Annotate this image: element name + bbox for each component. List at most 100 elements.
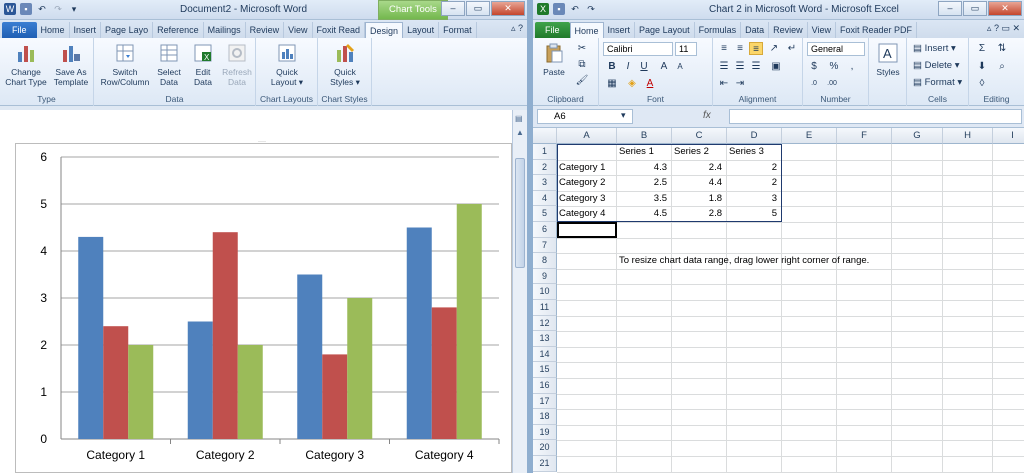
find-select-icon[interactable]: ⌕ — [995, 60, 1009, 73]
fill-icon[interactable]: ⬇ — [975, 60, 989, 73]
column-header[interactable]: A — [557, 128, 617, 144]
row-header[interactable]: 15 — [533, 362, 557, 378]
select-all-corner[interactable] — [533, 128, 557, 144]
series-header-cell[interactable]: Series 2 — [672, 144, 727, 160]
decrease-indent-icon[interactable]: ⇤ — [717, 77, 731, 90]
italic-icon[interactable]: I — [621, 60, 635, 73]
clear-icon[interactable]: ◊ — [975, 77, 989, 90]
merge-center-icon[interactable]: ▣ — [769, 60, 783, 73]
paste-button[interactable]: Paste — [539, 42, 569, 77]
customize-qat-icon[interactable]: ▾ — [68, 3, 80, 15]
excel-tab-review[interactable]: Review — [769, 22, 808, 38]
word-tab-reference[interactable]: Reference — [153, 22, 204, 38]
grow-font-icon[interactable]: A — [657, 60, 671, 73]
column-header[interactable]: E — [782, 128, 837, 144]
align-middle-icon[interactable]: ≡ — [733, 42, 747, 55]
word-tab-home[interactable]: Home — [37, 22, 70, 38]
column-header[interactable]: B — [617, 128, 672, 144]
fill-color-icon[interactable]: ◈ — [625, 77, 639, 90]
row-header[interactable]: 17 — [533, 393, 557, 410]
row-header[interactable]: 21 — [533, 456, 557, 472]
row-header[interactable]: 5 — [533, 206, 557, 222]
excel-redo-icon[interactable]: ↷ — [585, 3, 597, 15]
word-tab-insert[interactable]: Insert — [70, 22, 102, 38]
insert-cells-button[interactable]: ▤ Insert ▾ — [913, 43, 956, 54]
value-cell[interactable]: 2.5 — [617, 175, 669, 191]
word-tab-file[interactable]: File — [2, 22, 37, 38]
row-header[interactable]: 12 — [533, 315, 557, 332]
font-size-box[interactable]: 11 — [675, 42, 697, 56]
excel-undo-icon[interactable]: ↶ — [569, 3, 581, 15]
help-icon[interactable]: ▵ ? — [511, 23, 523, 34]
column-header[interactable]: G — [892, 128, 943, 144]
row-header[interactable]: 9 — [533, 268, 557, 285]
excel-tab-foxit-reader-pdf[interactable]: Foxit Reader PDF — [836, 22, 918, 38]
resize-hint-note[interactable]: To resize chart data range, drag lower r… — [617, 253, 917, 269]
value-cell[interactable]: 3.5 — [617, 191, 669, 207]
wrap-text-icon[interactable]: ↵ — [785, 42, 799, 55]
scroll-thumb[interactable] — [515, 158, 525, 268]
word-app-icon[interactable]: W — [4, 3, 16, 15]
row-header[interactable]: 8 — [533, 253, 557, 269]
value-cell[interactable]: 4.5 — [617, 206, 669, 222]
ruler-toggle-icon[interactable]: ▤ — [515, 114, 525, 124]
excel-tab-home[interactable]: Home — [569, 22, 604, 38]
excel-tab-formulas[interactable]: Formulas — [695, 22, 742, 38]
maximize-button[interactable]: ▭ — [466, 1, 490, 16]
word-tab-mailings[interactable]: Mailings — [204, 22, 246, 38]
select-data-button[interactable]: Select Data — [154, 42, 184, 87]
align-center-icon[interactable]: ☰ — [733, 60, 747, 73]
name-box[interactable]: A6 — [537, 109, 633, 124]
column-header[interactable]: I — [993, 128, 1024, 144]
undo-icon[interactable]: ↶ — [36, 3, 48, 15]
value-cell[interactable]: 4.4 — [672, 175, 724, 191]
number-format-box[interactable]: General — [807, 42, 865, 56]
format-painter-icon[interactable]: 🖌 — [575, 74, 589, 87]
comma-icon[interactable]: , — [845, 60, 859, 73]
category-label-cell[interactable]: Category 1 — [557, 160, 617, 176]
currency-icon[interactable]: $ — [807, 60, 821, 73]
row-header[interactable]: 7 — [533, 237, 557, 254]
value-cell[interactable]: 3 — [727, 191, 779, 207]
category-label-cell[interactable]: Category 3 — [557, 191, 617, 207]
orientation-icon[interactable]: ↗ — [767, 42, 781, 55]
quick-styles-button[interactable]: Quick Styles ▾ — [324, 42, 366, 87]
save-as-template-button[interactable]: Save As Template — [50, 42, 92, 87]
row-header[interactable]: 10 — [533, 284, 557, 300]
row-header[interactable]: 19 — [533, 424, 557, 441]
category-label-cell[interactable]: Category 2 — [557, 175, 617, 191]
excel-tab-data[interactable]: Data — [741, 22, 770, 38]
cut-icon[interactable]: ✂ — [575, 42, 589, 55]
scroll-up-icon[interactable]: ▲ — [515, 128, 525, 138]
font-name-box[interactable]: Calibri — [603, 42, 673, 56]
refresh-data-button[interactable]: Refresh Data — [220, 42, 254, 87]
value-cell[interactable]: 5 — [727, 206, 779, 222]
percent-icon[interactable]: % — [827, 60, 841, 73]
row-header[interactable]: 4 — [533, 190, 557, 207]
font-color-icon[interactable]: A — [643, 77, 657, 90]
styles-button[interactable]: A Styles — [873, 42, 903, 77]
row-header[interactable]: 6 — [533, 222, 557, 238]
column-header[interactable]: D — [727, 128, 782, 144]
row-header[interactable]: 18 — [533, 409, 557, 425]
value-cell[interactable]: 4.3 — [617, 160, 669, 176]
value-cell[interactable]: 1.8 — [672, 191, 724, 207]
switch-row-column-button[interactable]: Switch Row/Column — [98, 42, 152, 87]
row-header[interactable]: 14 — [533, 346, 557, 363]
increase-decimal-icon[interactable]: .0 — [807, 77, 821, 90]
row-header[interactable]: 11 — [533, 300, 557, 316]
excel-maximize-button[interactable]: ▭ — [963, 1, 987, 16]
bold-icon[interactable]: B — [605, 60, 619, 73]
align-top-icon[interactable]: ≡ — [717, 42, 731, 55]
decrease-decimal-icon[interactable]: .00 — [825, 77, 839, 90]
excel-close-button[interactable]: ✕ — [988, 1, 1022, 16]
excel-tab-insert[interactable]: Insert — [604, 22, 636, 38]
redo-icon[interactable]: ↷ — [52, 3, 64, 15]
autosum-icon[interactable]: Σ — [975, 42, 989, 55]
category-label-cell[interactable]: Category 4 — [557, 206, 617, 222]
minimize-button[interactable]: – — [441, 1, 465, 16]
value-cell[interactable]: 2 — [727, 175, 779, 191]
selected-cell-a6[interactable] — [557, 222, 617, 238]
word-tab-format[interactable]: Format — [439, 22, 477, 38]
copy-icon[interactable]: ⧉ — [575, 58, 589, 71]
